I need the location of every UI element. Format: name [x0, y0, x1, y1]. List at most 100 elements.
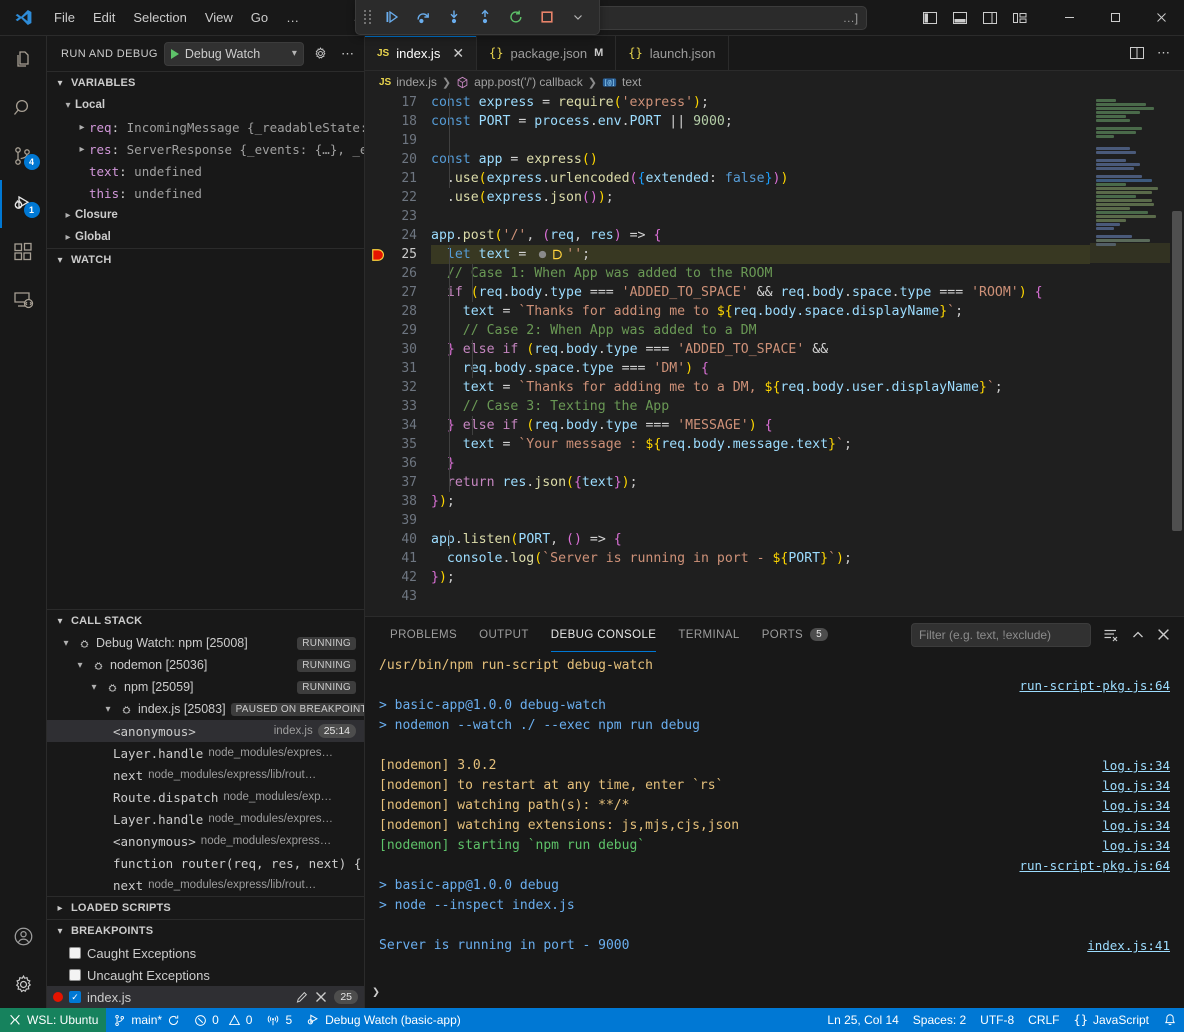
- glyph-slot[interactable]: [365, 473, 391, 492]
- code-line[interactable]: .use(express.json());: [431, 188, 1090, 207]
- editor-more-actions-icon[interactable]: ⋯: [1157, 45, 1170, 61]
- glyph-slot[interactable]: [365, 321, 391, 340]
- tab-problems[interactable]: PROBLEMS: [379, 617, 468, 652]
- chevron-right-icon[interactable]: ▸: [75, 144, 89, 155]
- breakpoint-glyph-icon[interactable]: [365, 245, 391, 264]
- code-line[interactable]: } else if (req.body.type === 'ADDED_TO_S…: [431, 340, 1090, 359]
- console-source-link[interactable]: log.js:34: [1102, 776, 1184, 796]
- toggle-primary-sidebar-icon[interactable]: [922, 10, 938, 26]
- toggle-secondary-sidebar-icon[interactable]: [982, 10, 998, 26]
- glyph-slot[interactable]: [365, 302, 391, 321]
- menu-file[interactable]: File: [46, 7, 83, 28]
- code-line[interactable]: app.listen(PORT, () => {: [431, 530, 1090, 549]
- console-source-link[interactable]: run-script-pkg.js:64: [1019, 856, 1184, 876]
- status-indentation[interactable]: Spaces: 2: [906, 1008, 973, 1032]
- restart-button[interactable]: [503, 4, 529, 30]
- editor-scrollbar[interactable]: [1170, 93, 1184, 616]
- code-line[interactable]: text = `Your message : ${req.body.messag…: [431, 435, 1090, 454]
- variable-row[interactable]: ▸ req : IncomingMessage {_readableState:…: [47, 116, 364, 138]
- customize-layout-icon[interactable]: [1012, 10, 1028, 26]
- status-language-mode[interactable]: {} JavaScript: [1067, 1008, 1156, 1032]
- debug-console-input-caret-icon[interactable]: ❯: [365, 985, 387, 1000]
- callstack-frame-row[interactable]: <anonymous> node_modules/express…: [47, 830, 364, 852]
- glyph-slot[interactable]: [365, 340, 391, 359]
- drag-handle-icon[interactable]: [364, 10, 372, 24]
- console-source-link[interactable]: log.js:34: [1102, 796, 1184, 816]
- activitybar-item-search[interactable]: [0, 84, 47, 132]
- step-out-button[interactable]: [472, 4, 498, 30]
- callstack-frame-row[interactable]: next node_modules/express/lib/rout…: [47, 874, 364, 896]
- code-line[interactable]: [431, 511, 1090, 530]
- close-panel-icon[interactable]: [1157, 628, 1170, 641]
- menu-go[interactable]: Go: [243, 7, 276, 28]
- variable-row[interactable]: this : undefined: [47, 182, 364, 204]
- edit-breakpoint-icon[interactable]: [295, 991, 308, 1004]
- activitybar-item-run-and-debug[interactable]: 1: [0, 180, 47, 228]
- status-problems[interactable]: 0 0: [187, 1008, 259, 1032]
- code-line[interactable]: .use(express.urlencoded({extended: false…: [431, 169, 1090, 188]
- console-source-link[interactable]: log.js:34: [1102, 756, 1184, 776]
- breakpoint-caught-exceptions[interactable]: Caught Exceptions: [47, 942, 364, 964]
- maximize-panel-icon[interactable]: [1131, 628, 1145, 642]
- checkbox[interactable]: [69, 969, 81, 981]
- glyph-slot[interactable]: [365, 397, 391, 416]
- status-cursor-position[interactable]: Ln 25, Col 14: [820, 1008, 905, 1032]
- code-line[interactable]: // Case 3: Texting the App: [431, 397, 1090, 416]
- close-button[interactable]: [1138, 0, 1184, 36]
- code-line[interactable]: console.log(`Server is running in port -…: [431, 549, 1090, 568]
- glyph-slot[interactable]: [365, 188, 391, 207]
- code-line[interactable]: [431, 207, 1090, 226]
- console-source-link[interactable]: log.js:34: [1102, 816, 1184, 836]
- open-launch-json-gear-icon[interactable]: [310, 43, 331, 65]
- callstack-session-row[interactable]: ▾ npm [25059] RUNNING: [47, 676, 364, 698]
- glyph-slot[interactable]: [365, 93, 391, 112]
- breadcrumb-variable[interactable]: text: [622, 75, 641, 89]
- glyph-slot[interactable]: [365, 568, 391, 587]
- split-editor-icon[interactable]: [1129, 45, 1145, 61]
- checkbox[interactable]: ✓: [69, 991, 81, 1003]
- glyph-slot[interactable]: [365, 112, 391, 131]
- sync-icon[interactable]: [167, 1014, 180, 1027]
- code-line[interactable]: if (req.body.type === 'ADDED_TO_SPACE' &…: [431, 283, 1090, 302]
- continue-button[interactable]: [379, 4, 405, 30]
- loaded-scripts-header[interactable]: ▸ LOADED SCRIPTS: [47, 897, 364, 919]
- glyph-slot[interactable]: [365, 454, 391, 473]
- code-editor[interactable]: 1718192021222324252627282930313233343536…: [365, 93, 1184, 616]
- tab-ports[interactable]: PORTS 5: [751, 617, 839, 652]
- callstack-frame-row[interactable]: next node_modules/express/lib/rout…: [47, 764, 364, 786]
- breadcrumb-symbol[interactable]: app.post('/') callback: [474, 75, 583, 89]
- code-line[interactable]: const app = express(): [431, 150, 1090, 169]
- code-line[interactable]: return res.json({text});: [431, 473, 1090, 492]
- glyph-slot[interactable]: [365, 283, 391, 302]
- checkbox[interactable]: [69, 947, 81, 959]
- tab-terminal[interactable]: TERMINAL: [667, 617, 750, 652]
- status-remote-host[interactable]: WSL: Ubuntu: [0, 1008, 106, 1032]
- callstack-session-row[interactable]: ▾ index.js [25083] PAUSED ON BREAKPOINT: [47, 698, 364, 720]
- menu-view[interactable]: View: [197, 7, 241, 28]
- variables-scope-local[interactable]: ▾ Local: [47, 94, 364, 116]
- maximize-button[interactable]: [1092, 0, 1138, 36]
- code-line[interactable]: const PORT = process.env.PORT || 9000;: [431, 112, 1090, 131]
- code-line[interactable]: }: [431, 454, 1090, 473]
- glyph-slot[interactable]: [365, 511, 391, 530]
- code-line[interactable]: [431, 131, 1090, 150]
- callstack-frame-row[interactable]: Layer.handle node_modules/expres…: [47, 808, 364, 830]
- code-line[interactable]: } else if (req.body.type === 'MESSAGE') …: [431, 416, 1090, 435]
- activitybar-item-remote-explorer[interactable]: [0, 276, 47, 324]
- glyph-slot[interactable]: [365, 549, 391, 568]
- glyph-slot[interactable]: [365, 587, 391, 606]
- toggle-panel-icon[interactable]: [952, 10, 968, 26]
- minimize-button[interactable]: [1046, 0, 1092, 36]
- inline-breakpoint-decoration[interactable]: [537, 249, 563, 260]
- remove-breakpoint-icon[interactable]: [315, 991, 327, 1003]
- close-icon[interactable]: ✕: [452, 46, 464, 60]
- tab-debug-console[interactable]: DEBUG CONSOLE: [540, 617, 668, 652]
- code-line[interactable]: app.post('/', (req, res) => {: [431, 226, 1090, 245]
- code-content[interactable]: const express = require('express');const…: [427, 93, 1090, 616]
- menu-selection[interactable]: Selection: [125, 7, 194, 28]
- glyph-slot[interactable]: [365, 169, 391, 188]
- code-line[interactable]: let text = '';: [431, 245, 1090, 264]
- step-into-button[interactable]: [441, 4, 467, 30]
- tab-launch-json[interactable]: {} launch.json: [616, 36, 728, 70]
- watch-header[interactable]: ▾ WATCH: [47, 249, 364, 271]
